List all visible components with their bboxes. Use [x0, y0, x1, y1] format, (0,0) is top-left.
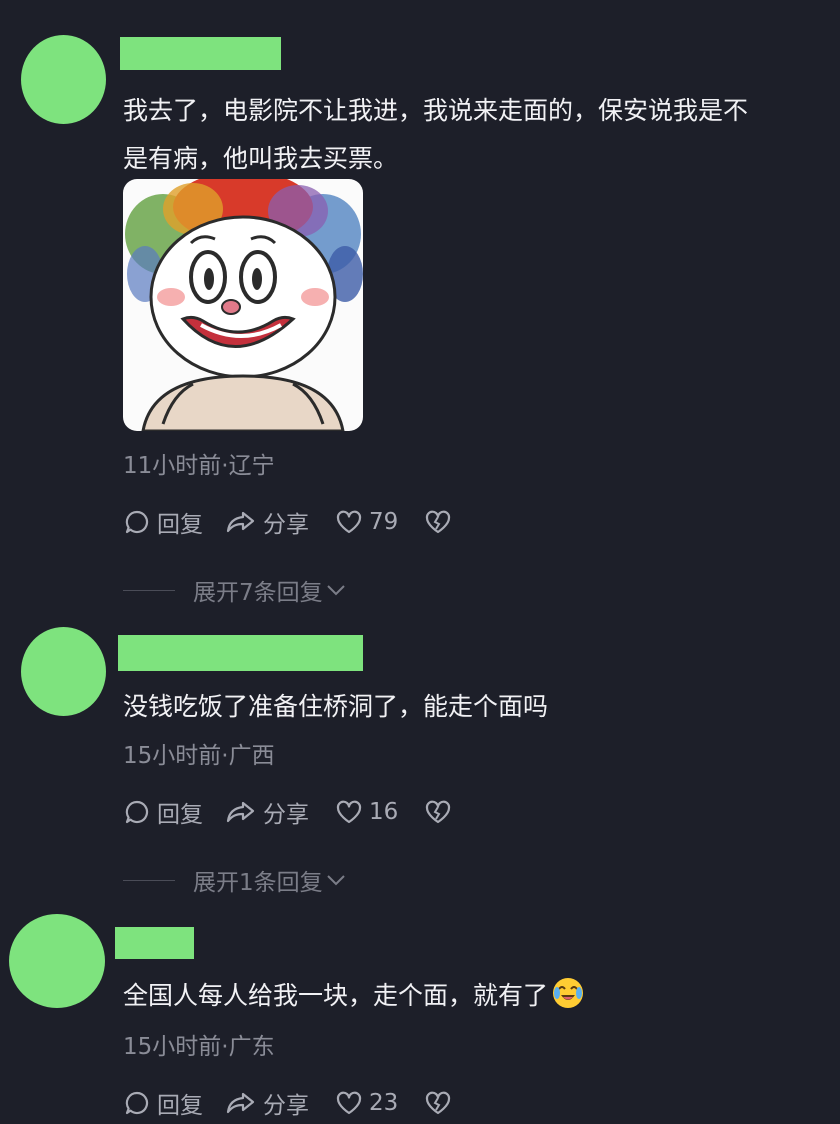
like-count: 16: [369, 799, 399, 825]
reply-button[interactable]: 回复: [123, 505, 203, 539]
reply-label: 回复: [157, 802, 203, 828]
share-button[interactable]: 分享: [225, 505, 309, 539]
share-label: 分享: [263, 802, 309, 828]
divider-line: [123, 589, 175, 591]
chevron-down-icon: [325, 577, 347, 603]
heart-icon: [335, 509, 363, 535]
comment-actions: 回复 分享 16: [123, 795, 452, 829]
speech-bubble-icon: [123, 508, 151, 536]
share-arrow-icon: [225, 1089, 257, 1117]
comment-meta: 15小时前·广东: [123, 1034, 275, 1060]
broken-heart-icon: [424, 509, 452, 535]
comment-meta: 11小时前·辽宁: [123, 453, 275, 479]
like-button[interactable]: 79: [335, 509, 398, 535]
dislike-button[interactable]: [424, 1090, 452, 1116]
share-arrow-icon: [225, 798, 257, 826]
expand-replies-label: 展开7条回复: [193, 580, 323, 606]
clown-sticker-graphic: [125, 179, 363, 431]
expand-replies-button[interactable]: 展开1条回复: [123, 863, 347, 897]
expand-replies-button[interactable]: 展开7条回复: [123, 573, 347, 607]
comment-text-content: 全国人每人给我一块，走个面，就有了: [123, 981, 549, 1010]
username-redacted[interactable]: [115, 927, 194, 959]
like-button[interactable]: 23: [335, 1090, 398, 1116]
comment-meta: 15小时前·广西: [123, 743, 275, 769]
username-redacted[interactable]: [118, 635, 363, 671]
share-button[interactable]: 分享: [225, 795, 309, 829]
share-label: 分享: [263, 1093, 309, 1119]
broken-heart-icon: [424, 799, 452, 825]
comment-text: 全国人每人给我一块，走个面，就有了: [123, 972, 584, 1020]
speech-bubble-icon: [123, 1089, 151, 1117]
expand-replies-label: 展开1条回复: [193, 870, 323, 896]
dislike-button[interactable]: [424, 799, 452, 825]
share-button[interactable]: 分享: [225, 1086, 309, 1120]
chevron-down-icon: [325, 867, 347, 893]
heart-icon: [335, 1090, 363, 1116]
avatar[interactable]: [21, 627, 106, 716]
reply-label: 回复: [157, 1093, 203, 1119]
like-count: 23: [369, 1090, 399, 1116]
like-count: 79: [369, 509, 399, 535]
avatar[interactable]: [9, 914, 105, 1008]
share-arrow-icon: [225, 508, 257, 536]
share-label: 分享: [263, 512, 309, 538]
dislike-button[interactable]: [424, 509, 452, 535]
comment-actions: 回复 分享 79: [123, 505, 452, 539]
username-redacted[interactable]: [120, 37, 281, 70]
heart-icon: [335, 799, 363, 825]
like-button[interactable]: 16: [335, 799, 398, 825]
comment-text: 我去了，电影院不让我进，我说来走面的，保安说我是不 是有病，他叫我去买票。: [123, 96, 749, 173]
comment-list: 我去了，电影院不让我进，我说来走面的，保安说我是不 是有病，他叫我去买票。 11…: [0, 0, 840, 1124]
avatar[interactable]: [21, 35, 106, 124]
speech-bubble-icon: [123, 798, 151, 826]
reply-button[interactable]: 回复: [123, 795, 203, 829]
broken-heart-icon: [424, 1090, 452, 1116]
comment-text: 没钱吃饭了准备住桥洞了，能走个面吗: [123, 692, 549, 721]
reply-button[interactable]: 回复: [123, 1086, 203, 1120]
comment-actions: 回复 分享 23: [123, 1086, 452, 1120]
crying-laughing-emoji-icon: [552, 977, 584, 1009]
reply-label: 回复: [157, 512, 203, 538]
clown-sticker-image[interactable]: [123, 179, 363, 431]
divider-line: [123, 879, 175, 881]
